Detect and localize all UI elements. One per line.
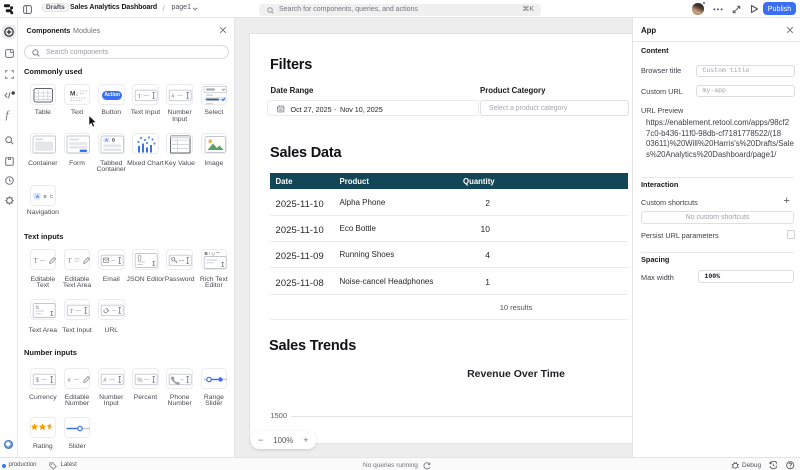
svg-text:U: U xyxy=(211,250,214,255)
svg-text:I: I xyxy=(207,250,210,255)
svg-text:T: T xyxy=(69,308,73,315)
svg-text:T: T xyxy=(138,93,142,100)
svg-text:T: T xyxy=(67,257,72,265)
svg-text:B: B xyxy=(43,194,46,200)
svg-text:A: A xyxy=(105,137,108,142)
svg-text:M↓: M↓ xyxy=(70,91,79,98)
svg-text:T: T xyxy=(33,257,38,265)
svg-text:#: # xyxy=(67,378,71,384)
svg-text:A: A xyxy=(35,194,39,200)
svg-text:%: % xyxy=(137,378,143,384)
svg-text:C: C xyxy=(50,194,54,200)
svg-text:⇅: ⇅ xyxy=(35,305,39,311)
svg-text:B: B xyxy=(112,137,115,142)
